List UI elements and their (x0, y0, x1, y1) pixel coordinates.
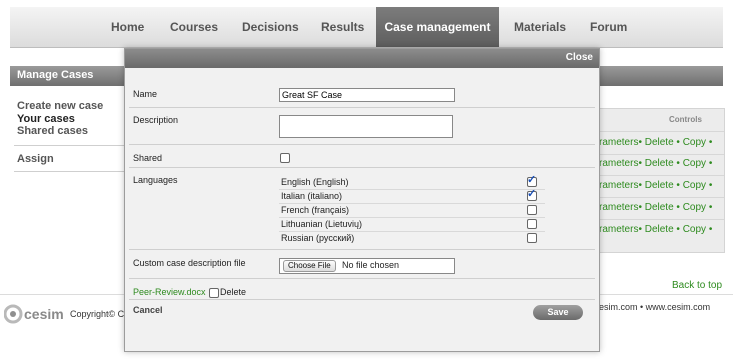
sidebar-divider (14, 171, 126, 172)
language-row: Lithuanian (Lietuvių) (279, 218, 545, 232)
section-title: Manage Cases (17, 69, 94, 81)
save-button[interactable]: Save (533, 305, 583, 320)
language-checkbox[interactable] (527, 205, 537, 215)
nav-courses[interactable]: Courses (170, 7, 218, 47)
field-divider (129, 249, 595, 250)
edit-case-modal: Close Name Description Shared Languages … (124, 48, 600, 352)
file-input[interactable]: Choose File No file chosen (279, 258, 455, 274)
sidebar-divider (14, 145, 126, 146)
nav-decisions[interactable]: Decisions (242, 7, 299, 47)
language-row: Russian (русский) (279, 232, 545, 245)
controls-header: Controls (669, 115, 702, 124)
shared-label: Shared (133, 153, 163, 163)
name-input[interactable] (279, 88, 455, 102)
description-textarea[interactable] (279, 115, 453, 138)
modal-header: Close (125, 49, 599, 68)
language-row: French (français) (279, 204, 545, 218)
shared-checkbox[interactable] (280, 153, 290, 163)
language-checkbox[interactable] (527, 173, 537, 187)
cases-table: Controls rameters• Delete • Copy • ramet… (598, 108, 725, 253)
existing-file-link[interactable]: Peer-Review.docx (133, 287, 206, 297)
back-to-top-link[interactable]: Back to top (672, 280, 722, 291)
language-name: Italian (italiano) (281, 191, 343, 201)
language-checkbox[interactable] (527, 187, 537, 201)
description-label: Description (133, 115, 179, 125)
file-status: No file chosen (342, 260, 400, 270)
sidebar-create-case[interactable]: Create new case (17, 100, 103, 112)
languages-label: Languages (133, 175, 178, 185)
copyright-text: Copyright© Ce (70, 309, 124, 319)
language-name: French (français) (281, 205, 350, 215)
nav-results[interactable]: Results (321, 7, 364, 47)
close-button[interactable]: Close (566, 52, 593, 63)
row-controls[interactable]: rameters• Delete • Copy • (599, 220, 724, 240)
nav-materials[interactable]: Materials (514, 7, 566, 47)
language-name: English (English) (281, 177, 349, 187)
field-divider (129, 278, 595, 279)
cesim-logo-icon: cesim (3, 304, 64, 324)
row-controls[interactable]: rameters• Delete • Copy • (599, 154, 724, 174)
field-divider (129, 299, 595, 300)
sidebar-your-cases[interactable]: Your cases (17, 113, 75, 125)
row-controls[interactable]: rameters• Delete • Copy • (599, 198, 724, 218)
field-divider (129, 107, 595, 108)
nav-case-management[interactable]: Case management (376, 7, 499, 47)
row-divider (599, 131, 724, 132)
delete-label: Delete (220, 287, 247, 297)
language-name: Russian (русский) (281, 233, 355, 243)
cancel-button[interactable]: Cancel (133, 305, 163, 315)
language-name: Lithuanian (Lietuvių) (281, 219, 363, 229)
nav-home[interactable]: Home (111, 7, 144, 47)
nav-forum[interactable]: Forum (590, 7, 627, 47)
cesim-logo: cesim (3, 304, 66, 324)
sidebar-assign[interactable]: Assign (17, 153, 54, 165)
row-controls[interactable]: rameters• Delete • Copy • (599, 176, 724, 196)
language-row: Italian (italiano) (279, 187, 545, 204)
field-divider (129, 144, 595, 145)
choose-file-button[interactable]: Choose File (283, 260, 336, 272)
sidebar-shared-cases[interactable]: Shared cases (17, 125, 88, 137)
language-checkbox[interactable] (527, 233, 537, 243)
footer-links[interactable]: esim.com • www.cesim.com (599, 302, 710, 312)
top-nav: Home Courses Decisions Results Case mana… (10, 7, 723, 48)
logo-text: cesim (24, 306, 64, 322)
language-checkbox[interactable] (527, 219, 537, 229)
language-row: English (English) (279, 173, 545, 190)
custom-file-label: Custom case description file (133, 258, 246, 268)
field-divider (129, 167, 595, 168)
delete-checkbox[interactable] (209, 288, 219, 298)
row-controls[interactable]: rameters• Delete • Copy • (599, 133, 724, 153)
name-label: Name (133, 89, 158, 99)
